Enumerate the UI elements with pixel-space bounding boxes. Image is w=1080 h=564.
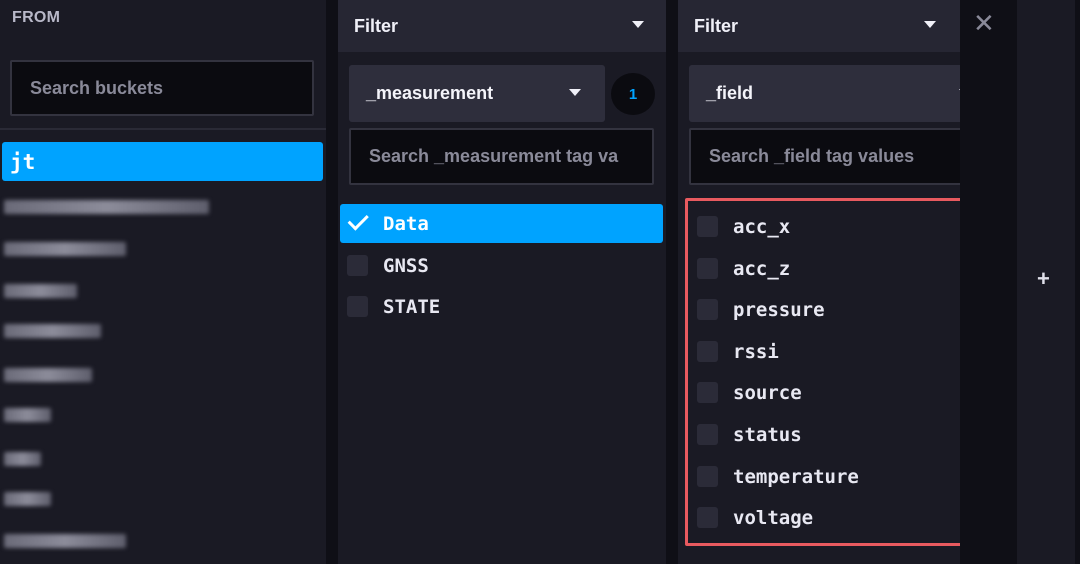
- checkbox[interactable]: [347, 296, 368, 317]
- filter-header-label: Filter: [354, 15, 399, 36]
- bucket-item-obscured[interactable]: [4, 408, 51, 422]
- tag-value-label: status: [733, 423, 802, 446]
- checkbox[interactable]: [697, 424, 718, 445]
- checkbox[interactable]: [697, 258, 718, 279]
- filter-header[interactable]: Filter: [678, 0, 960, 52]
- checkbox[interactable]: [697, 507, 718, 528]
- tag-value-item[interactable]: rssi: [690, 332, 990, 371]
- checkbox-checked[interactable]: [347, 209, 369, 234]
- chevron-down-icon[interactable]: [924, 21, 936, 28]
- bucket-item-selected[interactable]: jt: [2, 142, 323, 181]
- filter-panel-measurement: Filter _measurement 1 Search _measuremen…: [338, 0, 666, 564]
- bucket-search-input[interactable]: Search buckets: [10, 60, 314, 116]
- close-column: [960, 0, 1006, 564]
- selected-count-badge: 1: [611, 73, 655, 115]
- tag-value-item[interactable]: temperature: [690, 457, 990, 496]
- filter-header-label: Filter: [694, 15, 739, 36]
- tag-value-item[interactable]: status: [690, 415, 990, 454]
- bucket-item-obscured[interactable]: [4, 368, 92, 382]
- bucket-item-obscured[interactable]: [4, 492, 51, 506]
- checkbox[interactable]: [697, 341, 718, 362]
- tag-value-label: STATE: [383, 295, 441, 318]
- bucket-item-obscured[interactable]: [4, 534, 126, 548]
- plus-icon[interactable]: +: [1037, 266, 1050, 292]
- tag-value-item[interactable]: Data: [340, 204, 663, 243]
- tag-value-label: voltage: [733, 506, 814, 529]
- tag-value-label: GNSS: [383, 254, 429, 277]
- bucket-item-obscured[interactable]: [4, 452, 41, 466]
- tag-value-label: pressure: [733, 298, 825, 321]
- tag-value-label: rssi: [733, 340, 779, 363]
- from-panel: FROM Search buckets jt: [0, 0, 326, 564]
- tag-value-search-input[interactable]: Search _field tag values: [689, 128, 994, 185]
- tag-key-select[interactable]: _measurement: [349, 65, 605, 122]
- checkbox[interactable]: [697, 299, 718, 320]
- checkbox[interactable]: [697, 466, 718, 487]
- tag-value-label: acc_x: [733, 215, 791, 238]
- tag-value-label: acc_z: [733, 257, 791, 280]
- checkbox[interactable]: [697, 382, 718, 403]
- close-icon[interactable]: ✕: [973, 10, 995, 36]
- bucket-item-obscured[interactable]: [4, 284, 77, 298]
- chevron-down-icon[interactable]: [632, 21, 644, 28]
- bucket-item-obscured[interactable]: [4, 200, 209, 214]
- checkbox[interactable]: [347, 255, 368, 276]
- tag-value-item[interactable]: acc_z: [690, 249, 990, 288]
- bucket-item-label: jt: [10, 149, 36, 174]
- field-value-list: acc_x acc_z pressure rssi source status …: [685, 198, 1005, 546]
- tag-value-label: temperature: [733, 465, 859, 488]
- tag-value-item[interactable]: source: [690, 373, 990, 412]
- tag-key-label: _measurement: [366, 83, 494, 103]
- tag-value-search-placeholder: Search _measurement tag va: [369, 146, 619, 166]
- chevron-down-icon: [569, 89, 581, 96]
- tag-value-item[interactable]: STATE: [340, 287, 663, 326]
- tag-value-item[interactable]: GNSS: [340, 246, 663, 285]
- tag-value-search-input[interactable]: Search _measurement tag va: [349, 128, 654, 185]
- tag-key-select[interactable]: _field: [689, 65, 994, 122]
- tag-value-label: source: [733, 381, 802, 404]
- checkbox[interactable]: [697, 216, 718, 237]
- tag-value-search-placeholder: Search _field tag values: [709, 146, 915, 166]
- bucket-item-obscured[interactable]: [4, 242, 126, 256]
- bucket-search-placeholder: Search buckets: [30, 77, 164, 98]
- from-title: FROM: [12, 9, 61, 26]
- tag-value-item[interactable]: acc_x: [690, 207, 990, 246]
- filter-header[interactable]: Filter: [338, 0, 666, 52]
- check-icon: [347, 209, 369, 231]
- tag-key-label: _field: [706, 83, 754, 103]
- tag-value-item[interactable]: pressure: [690, 290, 990, 329]
- from-divider: [0, 128, 326, 130]
- bucket-item-obscured[interactable]: [4, 324, 101, 338]
- tag-value-label: Data: [383, 212, 429, 235]
- tag-value-item[interactable]: voltage: [690, 498, 990, 537]
